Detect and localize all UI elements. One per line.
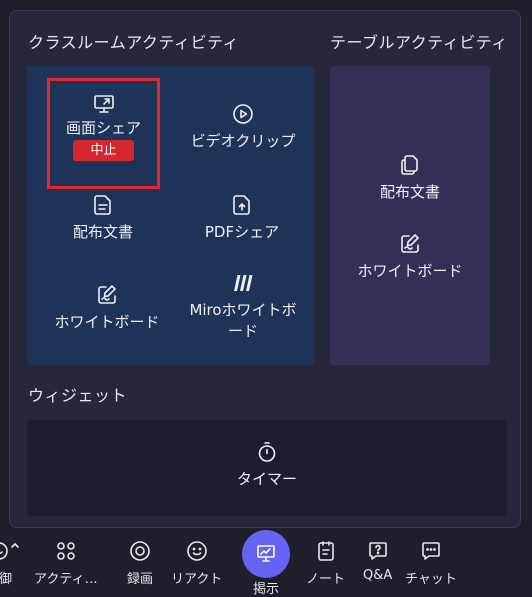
activities-panel: クラスルームアクティビティ テーブルアクティビティ 画面シェア 中止 ビデオクリ… — [9, 10, 521, 528]
chat-label: チャット — [405, 572, 457, 587]
documents-icon — [398, 153, 422, 177]
notes-icon — [315, 540, 337, 562]
miro-whiteboard-tile[interactable]: Miroホワイトボード — [173, 271, 313, 342]
video-clip-tile[interactable]: ビデオクリップ — [173, 102, 313, 152]
classroom-activities-grid: 画面シェア 中止 ビデオクリップ 配布文書 PDFシェア ホワイトボード Mir… — [27, 66, 314, 365]
notes-label: ノート — [306, 572, 346, 587]
present-button[interactable]: 掲示 — [242, 530, 290, 597]
notes-button[interactable]: ノート — [306, 540, 345, 587]
timer-label: タイマー — [236, 470, 297, 488]
record-label: 録画 — [127, 572, 154, 587]
reactions-button[interactable]: リアクト — [171, 540, 222, 587]
document-icon — [91, 193, 115, 217]
qa-button[interactable]: Q&A — [363, 540, 392, 583]
document-tile[interactable]: 配布文書 — [43, 193, 163, 243]
activities-icon — [55, 540, 77, 562]
miro-whiteboard-label: Miroホワイトボード — [189, 301, 297, 340]
presentation-icon — [255, 543, 277, 565]
classroom-activities-title: クラスルームアクティビティ — [28, 33, 239, 52]
widgets-grid: タイマー — [27, 420, 507, 516]
screen-share-tile[interactable]: 画面シェア 中止 — [47, 78, 160, 189]
table-document-tile[interactable]: 配布文書 — [330, 153, 490, 203]
chat-button[interactable]: チャット — [405, 540, 457, 587]
pdf-share-label: PDFシェア — [204, 223, 280, 241]
video-clip-label: ビデオクリップ — [190, 132, 296, 150]
play-circle-icon — [231, 102, 255, 126]
table-activities-grid: 配布文書 ホワイトボード — [330, 66, 490, 365]
activities-button[interactable]: アクティ… — [34, 540, 98, 587]
bottom-toolbar: 制御 アクティ… 録画 リアクト — [0, 530, 532, 597]
screen-share-icon — [92, 92, 116, 116]
controls-label: 制御 — [0, 572, 13, 587]
whiteboard-icon — [398, 232, 422, 256]
timer-tile[interactable]: タイマー — [27, 440, 507, 490]
record-button[interactable]: 録画 — [127, 540, 153, 587]
timer-icon — [255, 440, 279, 464]
whiteboard-label: ホワイトボード — [54, 313, 160, 331]
pdf-share-tile[interactable]: PDFシェア — [187, 193, 297, 243]
table-whiteboard-tile[interactable]: ホワイトボード — [330, 232, 490, 282]
record-icon — [129, 540, 151, 562]
present-label: 掲示 — [252, 582, 279, 597]
table-activities-title: テーブルアクティビティ — [330, 33, 508, 52]
document-label: 配布文書 — [72, 223, 133, 241]
controls-button[interactable]: 制御 — [0, 540, 19, 587]
activities-label: アクティ… — [34, 572, 98, 587]
stop-screen-share-button[interactable]: 中止 — [73, 140, 134, 161]
widgets-title: ウィジェット — [28, 386, 128, 405]
miro-logo-icon — [231, 271, 255, 295]
upload-document-icon — [230, 193, 254, 217]
smiley-icon — [186, 540, 208, 562]
screen-share-label: 画面シェア — [65, 119, 141, 137]
whiteboard-icon — [95, 283, 119, 307]
whiteboard-tile[interactable]: ホワイトボード — [37, 283, 177, 333]
qa-label: Q&A — [363, 568, 393, 583]
controls-icon — [0, 540, 19, 562]
question-bubble-icon — [367, 540, 389, 562]
present-button-circle[interactable] — [242, 530, 290, 578]
table-whiteboard-label: ホワイトボード — [357, 262, 463, 280]
table-document-label: 配布文書 — [379, 183, 440, 201]
reactions-label: リアクト — [171, 572, 223, 587]
chat-bubble-icon — [420, 540, 442, 562]
